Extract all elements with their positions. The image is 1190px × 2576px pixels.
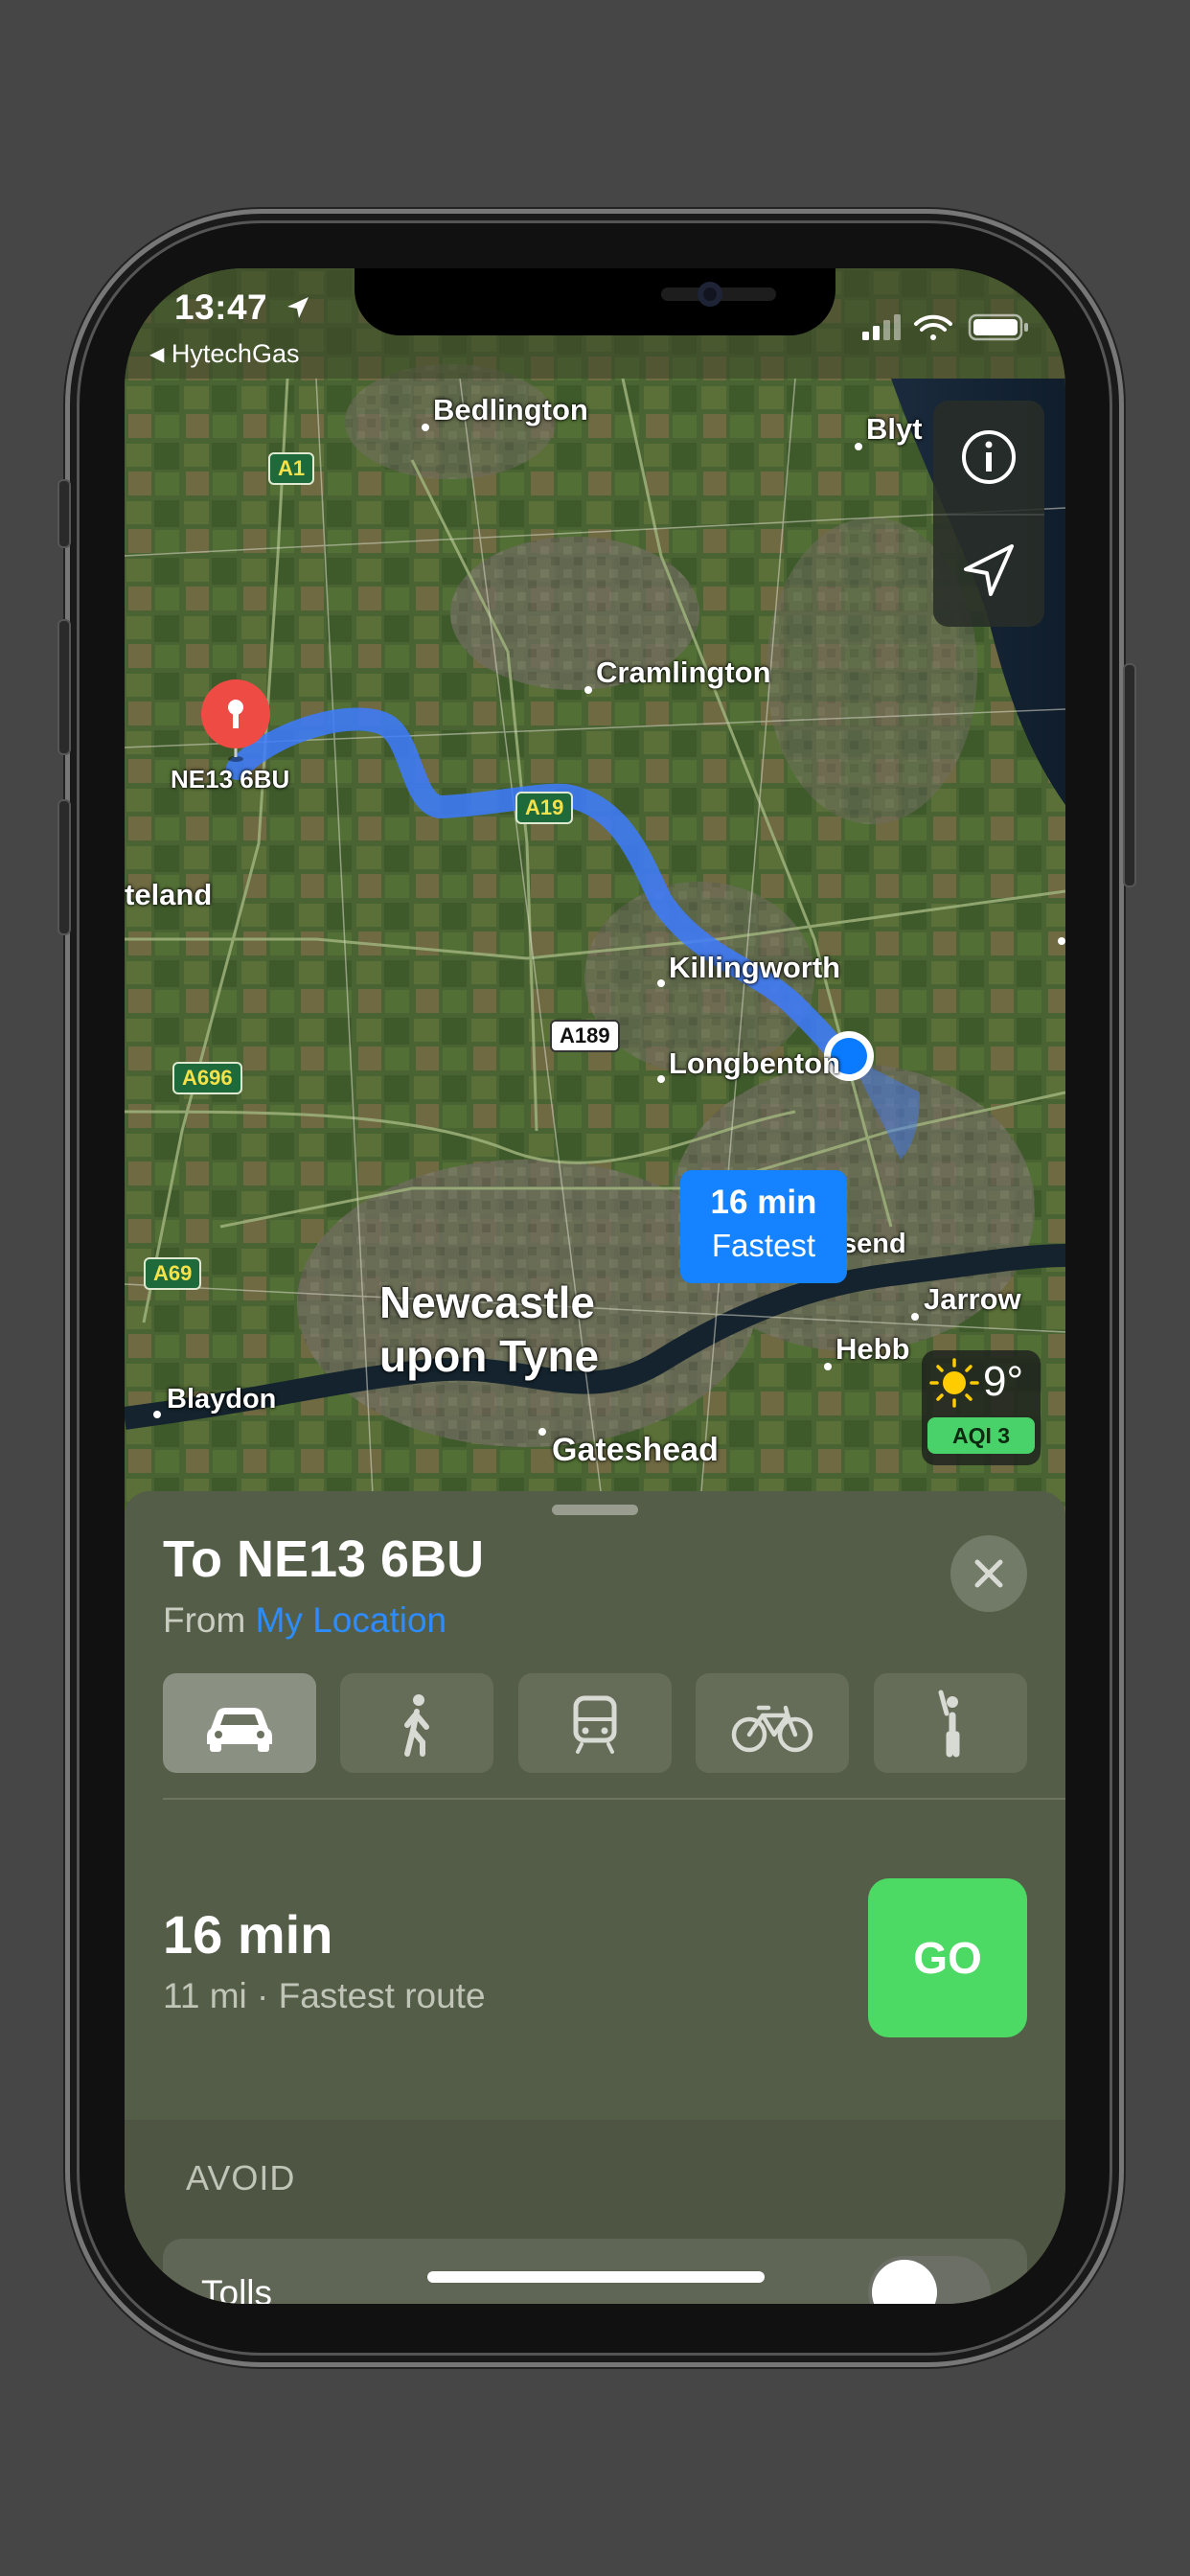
road-shield-a189: A189 [550,1020,620,1052]
status-icons [862,313,1028,341]
road-shield-a696: A696 [172,1062,242,1094]
battery-icon [968,313,1028,341]
rideshare-icon [938,1690,960,1758]
back-app-label: HytechGas [171,339,300,368]
map-label-newcastle: Newcastle [379,1277,596,1327]
avoid-tolls-label: Tolls [201,2273,273,2304]
transit-icon [573,1695,617,1754]
route-callout-label: Fastest [711,1228,816,1263]
map-label-gateshead: Gateshead [552,1432,719,1468]
map-view[interactable]: Bedlington Blyt Cramlington teland Killi… [125,268,1065,1515]
sheet-divider [163,1798,1065,1800]
status-time-text: 13:47 [174,288,268,327]
map-label-wallsend: send [841,1229,906,1259]
sun-icon [929,1358,979,1408]
map-label-bedlington: Bedlington [433,393,588,426]
location-services-icon [286,297,309,318]
map-label-longbenton: Longbenton [669,1046,841,1080]
mode-cycle-button[interactable] [696,1673,849,1773]
weather-temperature: 9° [983,1358,1024,1405]
route-callout[interactable]: 16 min Fastest [680,1170,847,1283]
mode-rideshare-button[interactable] [874,1673,1027,1773]
map-label-upon-tyne: upon Tyne [379,1331,600,1381]
car-icon [207,1708,272,1752]
weather-widget[interactable]: 9° AQI 3 [922,1350,1041,1465]
route-detail: 11 mi · Fastest route [163,1976,486,2015]
sheet-title: To NE13 6BU [163,1530,485,1588]
screen: Bedlington Blyt Cramlington teland Killi… [125,268,1065,2304]
directions-sheet: To NE13 6BU From My Location 16 min 11 m… [125,1491,1065,2304]
from-location-link[interactable]: My Location [256,1600,447,1640]
aqi-badge: AQI 3 [927,1417,1035,1454]
volume-up-button [57,619,71,755]
volume-down-button [57,799,71,935]
map-label-killingworth: Killingworth [669,951,841,984]
road-shield-a69: A69 [144,1257,202,1290]
avoid-header: AVOID [186,2158,296,2197]
map-label-ponteland: teland [125,878,213,911]
bicycle-icon [731,1705,813,1753]
close-button[interactable] [950,1535,1027,1612]
road-shield-a1: A1 [268,452,315,485]
mode-drive-button[interactable] [163,1673,316,1773]
go-button[interactable]: GO [868,1878,1027,2037]
sheet-grabber[interactable] [552,1505,638,1515]
walking-icon [404,1694,429,1757]
wifi-icon [914,314,952,340]
destination-pin-label[interactable]: NE13 6BU [171,765,289,794]
cellular-signal-icon [862,314,901,340]
transport-mode-selector [163,1673,1027,1773]
close-icon [974,1559,1003,1588]
info-icon[interactable] [933,401,1044,514]
avoid-tolls-toggle[interactable] [868,2256,991,2304]
back-to-app-link[interactable]: ◀ HytechGas [149,339,299,369]
location-arrow-icon[interactable] [933,514,1044,627]
home-indicator[interactable] [427,2271,765,2283]
route-callout-time: 16 min [710,1184,817,1221]
mute-switch [57,479,71,548]
road-shield-a19: A19 [515,792,574,824]
side-button [1123,663,1136,887]
route-time: 16 min [163,1904,333,1965]
front-camera [698,282,722,307]
from-row: From My Location [163,1600,446,1641]
status-time: 13:47 [174,288,312,328]
mode-walk-button[interactable] [340,1673,493,1773]
map-label-jarrow: Jarrow [924,1282,1021,1316]
map-label-blaydon: Blaydon [167,1384,277,1414]
back-arrow-icon: ◀ [149,344,165,365]
mode-transit-button[interactable] [518,1673,672,1773]
map-label-blyth: Blyt [866,412,923,446]
toggle-knob [872,2260,937,2304]
map-controls [933,401,1044,627]
notch [355,268,835,335]
map-label-hebburn: Hebb [835,1332,910,1366]
map-label-cramlington: Cramlington [596,656,771,689]
from-prefix: From [163,1600,246,1640]
